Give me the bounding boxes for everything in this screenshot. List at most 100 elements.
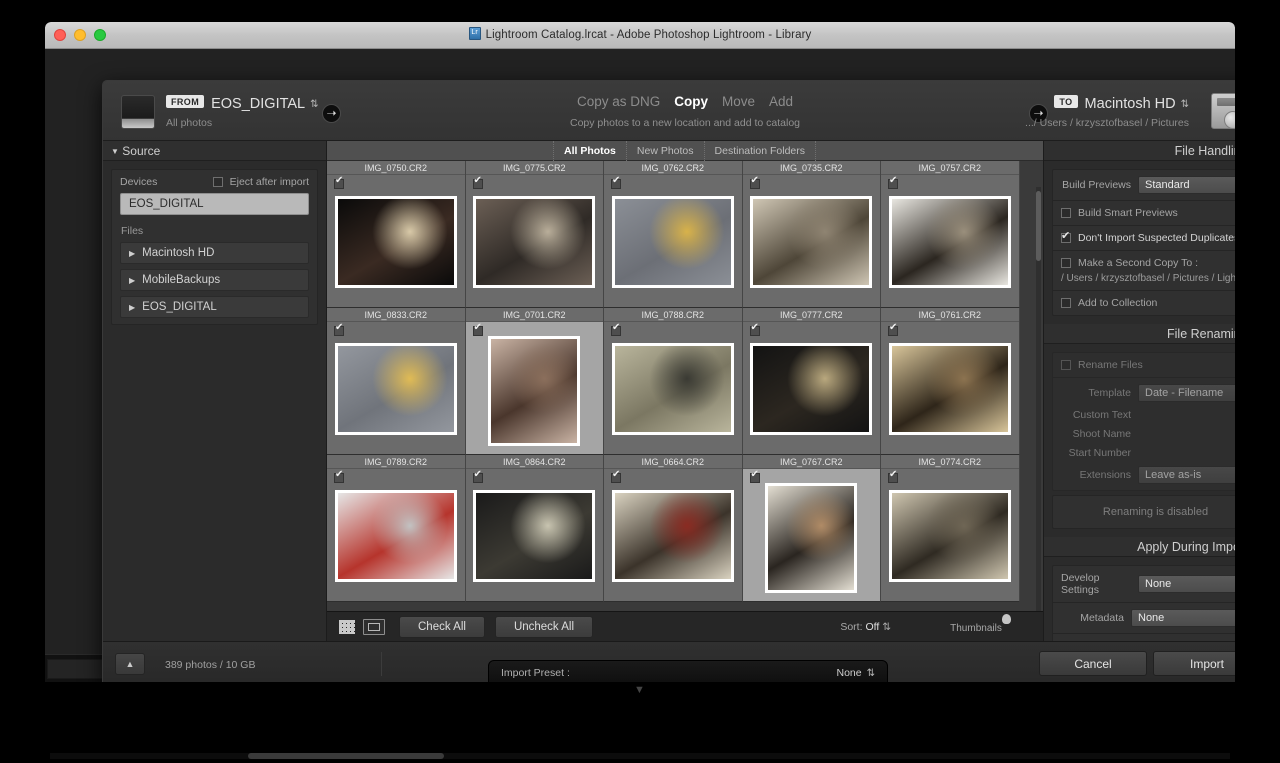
thumbnail-cell[interactable]: IMG_0774.CR2: [881, 455, 1020, 602]
thumbnail-image[interactable]: [473, 490, 596, 582]
destination-stepper-icon[interactable]: ⇅: [1181, 99, 1189, 110]
sort-control[interactable]: Sort: Off ⇅: [840, 621, 891, 633]
thumbnail-grid-scroll[interactable]: IMG_0750.CR2IMG_0775.CR2IMG_0762.CR2IMG_…: [327, 161, 1043, 611]
second-copy-checkbox[interactable]: [1061, 258, 1071, 268]
add-to-collection-checkbox[interactable]: [1061, 298, 1071, 308]
thumbnail-image[interactable]: [888, 343, 1011, 435]
mode-move[interactable]: Move: [722, 94, 755, 109]
file-renaming-header[interactable]: File Renaming ▼: [1044, 324, 1235, 344]
template-select[interactable]: Date - Filename ▲▼: [1138, 384, 1235, 402]
thumbnail-include-checkbox[interactable]: [334, 322, 344, 336]
metadata-value: None: [1138, 612, 1165, 624]
source-panel-header[interactable]: ▼ Source: [103, 141, 326, 161]
grid-tabs: All Photos New Photos Destination Folder…: [327, 140, 1043, 161]
develop-settings-select[interactable]: None ▲▼: [1138, 575, 1235, 593]
cancel-button[interactable]: Cancel: [1039, 651, 1147, 676]
destination-selector[interactable]: TO Macintosh HD ⇅ .../ Users / krzysztofba…: [1025, 95, 1189, 129]
tab-all-photos[interactable]: All Photos: [552, 140, 627, 161]
thumbnail-image[interactable]: [611, 196, 734, 288]
grid-vertical-scrollbar[interactable]: [1036, 187, 1041, 611]
thumbnail-cell[interactable]: IMG_0750.CR2: [327, 161, 466, 308]
thumbnail-include-checkbox[interactable]: [611, 322, 621, 336]
thumbnail-cell[interactable]: IMG_0761.CR2: [881, 308, 1020, 455]
thumbnail-cell[interactable]: IMG_0777.CR2: [742, 308, 881, 455]
thumbnail-cell[interactable]: IMG_0833.CR2: [327, 308, 466, 455]
horizontal-scrollbar[interactable]: [50, 753, 1230, 759]
thumbnail-image[interactable]: [334, 343, 457, 435]
thumbnail-include-checkbox[interactable]: [334, 469, 344, 483]
source-folder-macintosh-hd[interactable]: ▶ Macintosh HD: [120, 242, 309, 264]
chevron-right-icon[interactable]: ▶: [129, 303, 135, 312]
thumbnail-image[interactable]: [334, 490, 457, 582]
thumbnail-cell[interactable]: IMG_0735.CR2: [742, 161, 881, 308]
thumbnail-image[interactable]: [750, 343, 873, 435]
check-all-button[interactable]: Check All: [399, 615, 485, 638]
thumbnail-cell[interactable]: IMG_0664.CR2: [604, 455, 743, 602]
thumbnail-cell[interactable]: IMG_0767.CR2: [742, 455, 881, 602]
thumbnail-include-checkbox[interactable]: [749, 175, 760, 189]
thumbnail-include-checkbox[interactable]: [472, 469, 483, 483]
build-previews-select[interactable]: Standard ▲▼: [1138, 176, 1235, 194]
thumbnail-include-checkbox[interactable]: [888, 469, 898, 483]
thumbnail-include-checkbox[interactable]: [749, 469, 760, 483]
grid-view-icon[interactable]: [339, 619, 355, 634]
thumbnail-include-checkbox[interactable]: [472, 175, 483, 189]
thumbnail-image[interactable]: [334, 196, 457, 288]
thumbnail-image[interactable]: [888, 196, 1011, 288]
chevron-down-icon[interactable]: ▼: [111, 147, 119, 156]
uncheck-all-button[interactable]: Uncheck All: [494, 615, 594, 638]
thumbnail-cell[interactable]: IMG_0757.CR2: [881, 161, 1020, 308]
mode-copy[interactable]: Copy: [674, 94, 708, 109]
chevron-right-icon[interactable]: ▶: [129, 249, 135, 258]
thumbnail-include-checkbox[interactable]: [888, 175, 898, 189]
source-folder-mobilebackups[interactable]: ▶ MobileBackups: [120, 269, 309, 291]
build-smart-previews-checkbox[interactable]: [1061, 208, 1071, 218]
sort-label: Sort:: [840, 620, 863, 633]
thumbnail-size-slider[interactable]: Thumbnails: [921, 613, 1031, 636]
thumbnail-cell[interactable]: IMG_0789.CR2: [327, 455, 466, 602]
thumbnail-cell[interactable]: IMG_0864.CR2: [465, 455, 604, 602]
eject-button[interactable]: ▲: [115, 653, 145, 675]
metadata-select[interactable]: None ▲▼: [1131, 609, 1235, 627]
import-preset-value[interactable]: None: [837, 667, 862, 679]
thumbnail-cell[interactable]: IMG_0701.CR2: [465, 308, 604, 455]
thumbnail-include-checkbox[interactable]: [472, 322, 483, 336]
bottom-panel-arrow[interactable]: ▼: [634, 684, 645, 696]
thumbnail-image[interactable]: [611, 343, 734, 435]
tab-destination-folders[interactable]: Destination Folders: [703, 140, 816, 161]
thumbnail-image[interactable]: [473, 196, 596, 288]
slider-knob[interactable]: [1001, 613, 1011, 624]
mode-add[interactable]: Add: [769, 94, 793, 109]
loupe-view-icon[interactable]: [363, 618, 385, 635]
chevron-right-icon[interactable]: ▶: [129, 276, 135, 285]
sort-stepper-icon[interactable]: ⇅: [882, 621, 891, 633]
destination-name[interactable]: Macintosh HD: [1085, 96, 1176, 112]
thumbnail-cell[interactable]: IMG_0788.CR2: [604, 308, 743, 455]
thumbnail-include-checkbox[interactable]: [749, 322, 760, 336]
extensions-select[interactable]: Leave as-is ▲▼: [1138, 466, 1235, 484]
import-preset-stepper-icon[interactable]: ⇅: [867, 668, 875, 679]
thumbnail-include-checkbox[interactable]: [888, 322, 898, 336]
thumbnail-image[interactable]: [488, 336, 581, 446]
source-device-eos-digital[interactable]: EOS_DIGITAL: [120, 193, 309, 215]
file-handling-header[interactable]: File Handling ▼: [1044, 141, 1235, 161]
thumbnail-image[interactable]: [750, 196, 873, 288]
thumbnail-include-checkbox[interactable]: [611, 175, 621, 189]
thumbnail-cell[interactable]: IMG_0775.CR2: [465, 161, 604, 308]
dont-import-duplicates-checkbox[interactable]: [1061, 229, 1071, 243]
thumbnail-image[interactable]: [611, 490, 734, 582]
thumbnail-include-checkbox[interactable]: [611, 469, 621, 483]
eject-after-import-checkbox[interactable]: [212, 177, 223, 187]
thumbnail-cell[interactable]: IMG_0762.CR2: [604, 161, 743, 308]
import-button[interactable]: Import: [1153, 651, 1235, 676]
thumbnail-include-checkbox[interactable]: [334, 175, 344, 189]
mode-copy-as-dng[interactable]: Copy as DNG: [577, 94, 660, 109]
apply-during-import-header[interactable]: Apply During Import ▼: [1044, 537, 1235, 557]
thumbnail-image[interactable]: [888, 490, 1011, 582]
import-preset-bar[interactable]: Import Preset : None ⇅: [488, 660, 888, 682]
rename-files-checkbox[interactable]: [1061, 360, 1071, 370]
source-folder-eos-digital[interactable]: ▶ EOS_DIGITAL: [120, 296, 309, 318]
tab-new-photos[interactable]: New Photos: [625, 140, 705, 161]
thumbnail-image[interactable]: [765, 483, 858, 593]
develop-settings-value: None: [1145, 578, 1172, 590]
